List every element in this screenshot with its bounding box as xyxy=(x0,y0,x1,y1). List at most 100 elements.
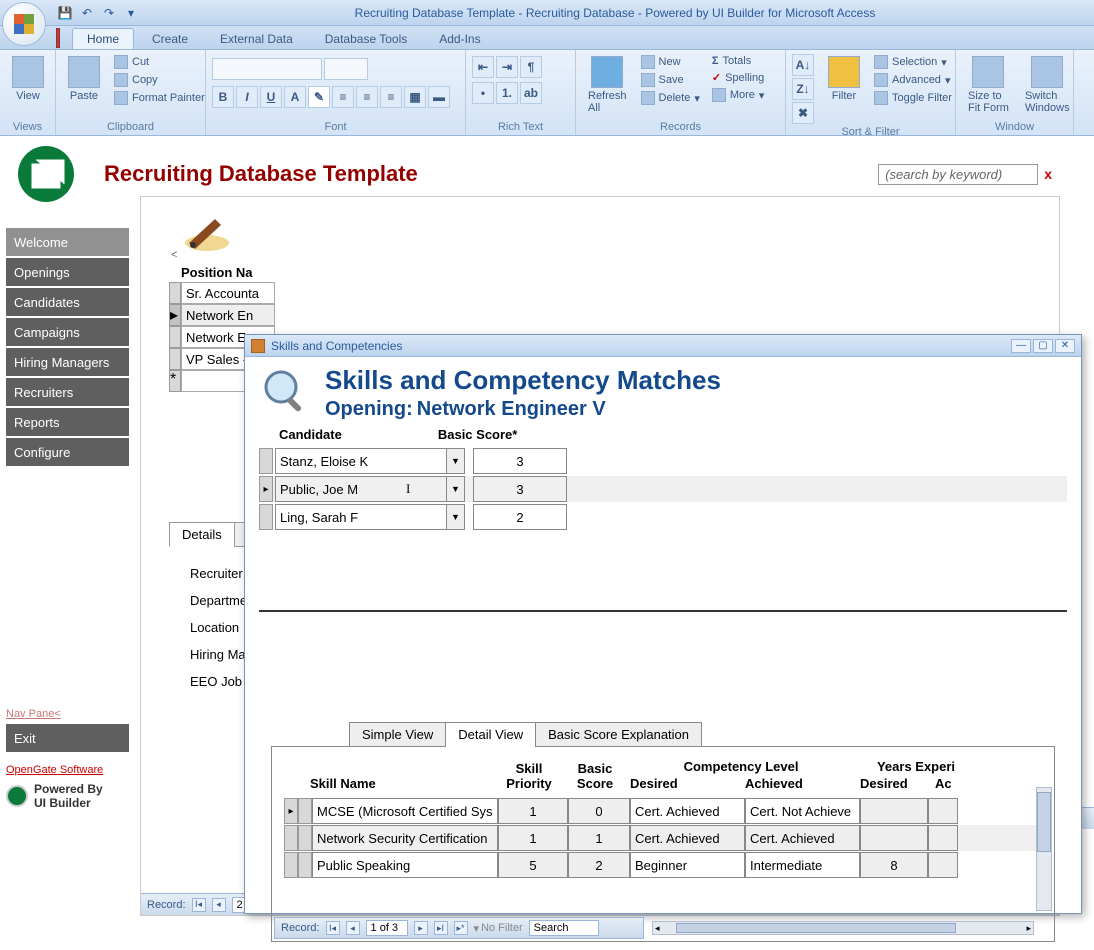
fontcolor-button[interactable]: A xyxy=(284,86,306,108)
row-selector[interactable] xyxy=(284,852,298,878)
paste-button[interactable]: Paste xyxy=(62,54,106,104)
align-left-button[interactable]: ≡ xyxy=(332,86,354,108)
nav-first-icon[interactable]: I◂ xyxy=(326,921,340,935)
align-center-button[interactable]: ≡ xyxy=(356,86,378,108)
cut-button[interactable]: Cut xyxy=(110,54,209,70)
nav-new-icon[interactable]: ▸* xyxy=(454,921,468,935)
candidate-combo[interactable]: Stanz, Eloise K▼ xyxy=(275,448,465,474)
nav-configure[interactable]: Configure xyxy=(6,438,129,466)
more-button[interactable]: More ▾ xyxy=(708,87,769,103)
refresh-button[interactable]: Refresh All xyxy=(582,54,633,116)
sort-desc-button[interactable]: Z↓ xyxy=(792,78,814,100)
toggle-filter-button[interactable]: Toggle Filter xyxy=(870,90,956,106)
bullets-button[interactable]: • xyxy=(472,82,494,104)
save-record-button[interactable]: Save xyxy=(637,72,704,88)
rtl-button[interactable]: ab xyxy=(520,82,542,104)
save-icon[interactable]: 💾 xyxy=(56,4,74,22)
vertical-scrollbar[interactable] xyxy=(1036,787,1052,911)
collapse-indicator[interactable]: < xyxy=(169,249,1043,261)
delete-button[interactable]: Delete ▾ xyxy=(637,90,704,106)
chevron-down-icon[interactable]: ▼ xyxy=(446,449,464,473)
minimize-button[interactable]: — xyxy=(1011,339,1031,353)
align-right-button[interactable]: ≡ xyxy=(380,86,402,108)
nav-next-icon[interactable]: ▸ xyxy=(414,921,428,935)
candidate-combo[interactable]: Ling, Sarah F▼ xyxy=(275,504,465,530)
office-button[interactable] xyxy=(2,2,46,46)
close-button[interactable]: ✕ xyxy=(1055,339,1075,353)
yrs-achieved-cell[interactable] xyxy=(928,798,958,824)
selection-button[interactable]: Selection ▾ xyxy=(870,54,956,70)
comp-desired-cell[interactable]: Beginner xyxy=(630,852,745,878)
decrease-indent-button[interactable]: ⇤ xyxy=(472,56,494,78)
fontsize-select[interactable] xyxy=(324,58,368,80)
row-selector[interactable] xyxy=(169,282,181,304)
tab-detail-view[interactable]: Detail View xyxy=(445,722,536,747)
row-selector[interactable] xyxy=(259,504,273,530)
row-selector[interactable]: ▸ xyxy=(169,304,181,326)
maximize-button[interactable]: ▢ xyxy=(1033,339,1053,353)
comp-achieved-cell[interactable]: Intermediate xyxy=(745,852,860,878)
totals-button[interactable]: Σ Totals xyxy=(708,54,769,68)
comp-desired-cell[interactable]: Cert. Achieved xyxy=(630,798,745,824)
tab-details[interactable]: Details xyxy=(169,522,235,547)
nav-openings[interactable]: Openings xyxy=(6,258,129,286)
search-box[interactable] xyxy=(529,920,599,936)
row-selector[interactable] xyxy=(169,348,181,370)
ribbon-tab-create[interactable]: Create xyxy=(138,29,202,49)
skill-name-cell[interactable]: Public Speaking xyxy=(312,852,498,878)
nav-welcome[interactable]: Welcome xyxy=(6,228,129,256)
candidate-combo[interactable]: Public, Joe MI▼ xyxy=(275,476,465,502)
fillcolor-button[interactable]: ▬ xyxy=(428,86,450,108)
nav-candidates[interactable]: Candidates xyxy=(6,288,129,316)
nav-hiring-managers[interactable]: Hiring Managers xyxy=(6,348,129,376)
format-painter-button[interactable]: Format Painter xyxy=(110,90,209,106)
yrs-desired-cell[interactable] xyxy=(860,798,928,824)
nav-recruiters[interactable]: Recruiters xyxy=(6,378,129,406)
copy-button[interactable]: Copy xyxy=(110,72,209,88)
ribbon-tab-home[interactable]: Home xyxy=(72,28,134,49)
scroll-right-icon[interactable]: ▸ xyxy=(1024,923,1033,934)
scroll-left-icon[interactable]: ◂ xyxy=(653,923,662,934)
position-cell[interactable]: Network En xyxy=(181,304,275,326)
nav-campaigns[interactable]: Campaigns xyxy=(6,318,129,346)
ribbon-tab-databasetools[interactable]: Database Tools xyxy=(311,29,422,49)
row-selector[interactable]: ▸ xyxy=(284,798,298,824)
view-button[interactable]: View xyxy=(6,54,50,104)
italic-button[interactable]: I xyxy=(236,86,258,108)
comp-achieved-cell[interactable]: Cert. Not Achieve xyxy=(745,798,860,824)
scrollbar-thumb[interactable] xyxy=(676,923,956,933)
chevron-down-icon[interactable]: ▼ xyxy=(446,505,464,529)
record-position[interactable] xyxy=(366,920,408,936)
fit-form-button[interactable]: Size to Fit Form xyxy=(962,54,1015,116)
nav-last-icon[interactable]: ▸I xyxy=(434,921,448,935)
filter-button[interactable]: Filter xyxy=(822,54,866,104)
row-selector[interactable] xyxy=(259,448,273,474)
tab-basic-score-explanation[interactable]: Basic Score Explanation xyxy=(535,722,702,746)
nav-pane-toggle[interactable]: Nav Pane< xyxy=(0,706,132,722)
undo-icon[interactable]: ↶ xyxy=(78,4,96,22)
skill-name-cell[interactable]: MCSE (Microsoft Certified Sys xyxy=(312,798,498,824)
opengate-link[interactable]: OpenGate Software xyxy=(0,762,132,778)
new-button[interactable]: New xyxy=(637,54,704,70)
increase-indent-button[interactable]: ⇥ xyxy=(496,56,518,78)
row-selector[interactable] xyxy=(169,326,181,348)
yrs-achieved-cell[interactable] xyxy=(928,852,958,878)
ribbon-tab-externaldata[interactable]: External Data xyxy=(206,29,307,49)
row-selector-active[interactable]: ▸ xyxy=(259,476,273,502)
clear-search-icon[interactable]: x xyxy=(1044,166,1052,182)
switch-windows-button[interactable]: Switch Windows xyxy=(1019,54,1076,116)
nav-first-icon[interactable]: I◂ xyxy=(192,898,206,912)
chevron-down-icon[interactable]: ▼ xyxy=(446,477,464,501)
font-select[interactable] xyxy=(212,58,322,80)
nav-reports[interactable]: Reports xyxy=(6,408,129,436)
nav-prev-icon[interactable]: ◂ xyxy=(346,921,360,935)
nav-exit[interactable]: Exit xyxy=(6,724,129,752)
redo-icon[interactable]: ↷ xyxy=(100,4,118,22)
horizontal-scrollbar[interactable]: ◂ ▸ xyxy=(652,921,1034,935)
bold-button[interactable]: B xyxy=(212,86,234,108)
advanced-button[interactable]: Advanced ▾ xyxy=(870,72,956,88)
position-cell[interactable]: Sr. Accounta xyxy=(181,282,275,304)
spelling-button[interactable]: ✓ Spelling xyxy=(708,70,769,85)
numbering-button[interactable]: 1. xyxy=(496,82,518,104)
scrollbar-thumb[interactable] xyxy=(1037,792,1051,852)
